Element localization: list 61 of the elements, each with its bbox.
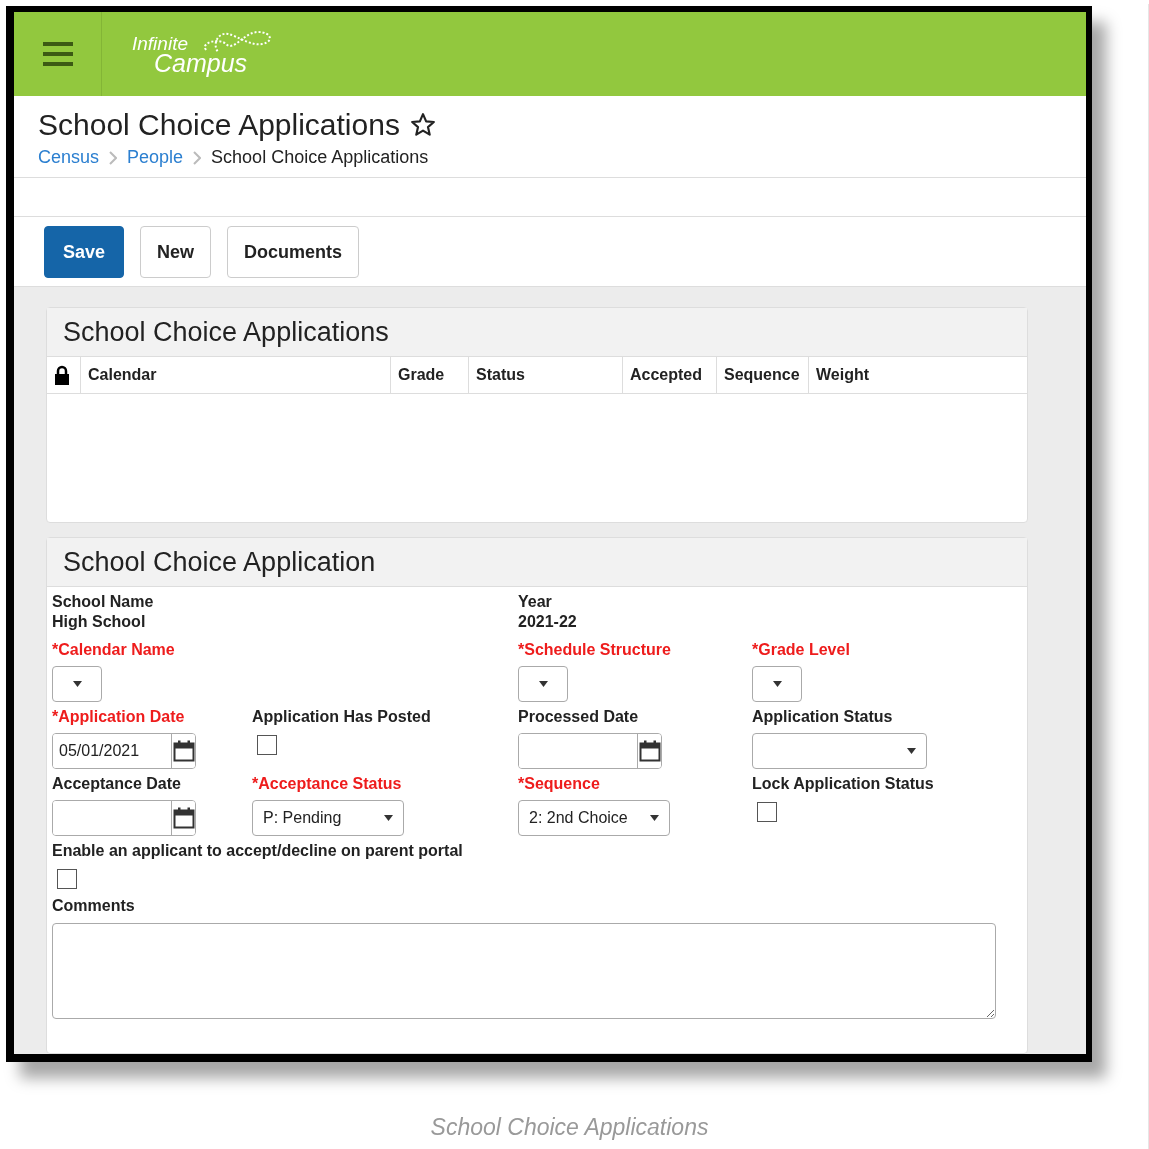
star-icon[interactable]	[409, 112, 436, 138]
date-field[interactable]	[518, 733, 662, 769]
field-label: *Grade Level	[752, 641, 851, 660]
panel-title: School Choice Applications	[63, 317, 389, 347]
field-value: High School	[52, 613, 147, 631]
chevron-icon	[193, 150, 202, 165]
field-label: Year	[518, 593, 553, 612]
field-label: *Application Date	[52, 708, 186, 727]
column-header[interactable]: Sequence	[724, 366, 800, 384]
checkbox[interactable]	[57, 869, 77, 889]
calendar-button[interactable]	[172, 801, 195, 835]
field-label: Processed Date	[518, 708, 640, 727]
caret-icon	[650, 815, 659, 821]
calendar-button[interactable]	[638, 734, 661, 768]
chevron-icon	[109, 150, 118, 165]
calendar-button[interactable]	[172, 734, 195, 768]
column-header[interactable]: Accepted	[630, 366, 703, 384]
field-label: School Name	[52, 593, 155, 612]
menu-icon	[42, 41, 73, 67]
comments-field[interactable]	[52, 923, 996, 1019]
dropdown[interactable]: 2: 2nd Choice	[518, 800, 670, 836]
calendar-icon	[638, 740, 661, 762]
caret-icon	[538, 681, 548, 687]
caret-icon	[907, 748, 916, 754]
field-label: *Calendar Name	[52, 641, 176, 660]
caption: School Choice Applications	[429, 1114, 710, 1141]
page-title: School Choice Applications	[38, 108, 400, 142]
field-label: *Acceptance Status	[252, 775, 403, 794]
field-label: *Sequence	[518, 775, 601, 794]
breadcrumb-link[interactable]: People	[127, 147, 184, 168]
field-label: *Schedule Structure	[518, 641, 672, 660]
column-header[interactable]: Status	[476, 366, 525, 384]
field-label: Lock Application Status	[752, 775, 935, 794]
column-header[interactable]: Grade	[398, 366, 445, 384]
caret-icon	[772, 681, 782, 687]
field-label: Application Has Posted	[252, 708, 432, 727]
field-label: Application Status	[752, 708, 894, 727]
logo-text: Infinite	[132, 34, 189, 53]
checkbox[interactable]	[257, 735, 277, 755]
logo-text: Campus	[154, 51, 248, 76]
field-value: 2021-22	[518, 613, 578, 631]
field-label: Comments	[52, 897, 136, 916]
field-label: Enable an applicant to accept/decline on parent portal	[52, 842, 464, 861]
panel-title: School Choice Application	[63, 547, 376, 577]
breadcrumb-current: School Choice Applications	[211, 147, 429, 168]
toolbar-button[interactable]: Save	[44, 226, 125, 278]
lock-icon	[54, 365, 70, 385]
toolbar-button[interactable]: Documents	[227, 226, 360, 278]
caret-icon	[384, 815, 393, 821]
breadcrumb-link[interactable]: Census	[38, 147, 100, 168]
dropdown[interactable]: P: Pending	[252, 800, 404, 836]
caret-icon	[72, 681, 82, 687]
toolbar-button[interactable]: New	[140, 226, 212, 278]
checkbox[interactable]	[757, 802, 777, 822]
field-label: Acceptance Date	[52, 775, 182, 794]
calendar-icon	[172, 740, 195, 762]
calendar-icon	[172, 807, 195, 829]
date-field[interactable]	[52, 800, 196, 836]
column-header[interactable]: Weight	[816, 366, 870, 384]
date-field[interactable]: 05/01/2021	[52, 733, 196, 769]
column-header[interactable]: Calendar	[88, 366, 157, 384]
